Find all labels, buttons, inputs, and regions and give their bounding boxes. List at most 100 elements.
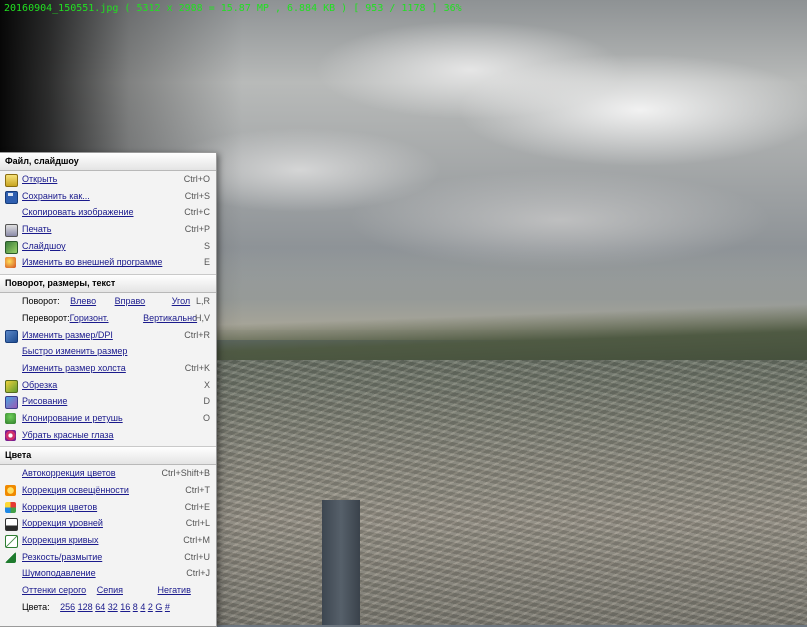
menu-row-grayscale: Оттенки серого Сепия Негатив xyxy=(0,582,216,599)
menu-item-label: Резкость/размытие xyxy=(22,551,103,562)
menu-item-label: Печать xyxy=(22,224,52,235)
menu-item-label: Сохранить как... xyxy=(22,190,90,201)
rotate-angle-link[interactable]: Угол xyxy=(172,296,190,306)
sepia-link[interactable]: Сепия xyxy=(97,585,123,595)
crop-icon xyxy=(5,379,18,393)
rotate-label: Поворот: xyxy=(22,296,60,307)
clone-stamp-icon xyxy=(5,412,16,424)
color-palette-icon xyxy=(5,501,16,513)
rotate-left-link[interactable]: Влево xyxy=(70,296,96,306)
sharpen-icon xyxy=(5,551,16,563)
negative-link[interactable]: Негатив xyxy=(158,585,191,595)
menu-item-label: Изменить размер/DPI xyxy=(22,329,113,340)
menu-item-label: Скопировать изображение xyxy=(22,207,134,218)
shortcut-label: D xyxy=(203,396,211,407)
color-depth-128[interactable]: 128 xyxy=(78,602,93,612)
drawing-icon xyxy=(5,396,18,410)
color-depth-2[interactable]: 2 xyxy=(148,602,153,612)
shortcut-label: Ctrl+Shift+B xyxy=(161,468,210,479)
color-depth-4[interactable]: 4 xyxy=(140,602,145,612)
image-position: [ 953 / 1178 ] xyxy=(353,3,438,14)
menu-item-noise-reduction[interactable]: Шумоподавление Ctrl+J xyxy=(0,565,216,582)
levels-icon xyxy=(5,518,18,532)
menu-row-rotate: Поворот: Влево Вправо Угол L,R xyxy=(0,293,216,310)
menu-item-drawing[interactable]: Рисование D xyxy=(0,393,216,410)
file-size: , 6.884 KB ) xyxy=(274,3,348,14)
section-header-transform: Поворот, размеры, текст xyxy=(0,274,216,294)
shortcut-label: S xyxy=(203,240,210,251)
shortcut-label: Ctrl+P xyxy=(184,224,210,235)
shortcut-label: Ctrl+T xyxy=(185,485,210,495)
menu-item-label: Слайдшоу xyxy=(22,240,66,251)
menu-item-copy-image[interactable]: Скопировать изображение Ctrl+C xyxy=(0,204,216,221)
red-eye-icon xyxy=(5,429,16,441)
grayscale-link[interactable]: Оттенки серого xyxy=(22,585,86,595)
color-depth-custom[interactable]: # xyxy=(165,602,170,612)
resize-icon xyxy=(5,329,18,343)
menu-item-curves[interactable]: Коррекция кривых Ctrl+M xyxy=(0,532,216,549)
menu-item-color-correction[interactable]: Коррекция цветов Ctrl+E xyxy=(0,499,216,516)
menu-item-clone-retouch[interactable]: Клонирование и ретушь O xyxy=(0,410,216,427)
color-depth-8[interactable]: 8 xyxy=(133,602,138,612)
shortcut-label: H,V xyxy=(194,312,210,323)
zoom-level: 36% xyxy=(443,3,462,14)
menu-item-resize-dpi[interactable]: Изменить размер/DPI Ctrl+R xyxy=(0,327,216,344)
menu-item-lighting[interactable]: Коррекция освещённости Ctrl+T xyxy=(0,482,216,499)
sun-icon xyxy=(5,485,16,496)
menu-item-label: Открыть xyxy=(22,174,58,184)
shortcut-label: Ctrl+M xyxy=(183,535,210,546)
menu-item-label: Автокоррекция цветов xyxy=(22,468,116,479)
menu-item-label: Изменить размер холста xyxy=(22,362,126,373)
open-folder-icon xyxy=(5,174,18,187)
shortcut-label: Ctrl+U xyxy=(184,551,210,562)
menu-row-flip: Переворот:Горизонт. Вертикально H,V xyxy=(0,310,216,327)
shortcut-label: Ctrl+K xyxy=(184,362,210,373)
color-depth-16[interactable]: 16 xyxy=(120,602,130,612)
shortcut-label: Ctrl+S xyxy=(184,190,210,201)
shortcut-label: Ctrl+O xyxy=(183,174,210,184)
rotate-right-link[interactable]: Вправо xyxy=(115,296,146,306)
menu-item-label: Коррекция кривых xyxy=(22,535,99,546)
shortcut-label: E xyxy=(203,257,210,268)
menu-item-label: Шумоподавление xyxy=(22,568,96,579)
shortcut-label: X xyxy=(203,379,210,390)
menu-item-crop[interactable]: Обрезка X xyxy=(0,377,216,394)
menu-item-label: Обрезка xyxy=(22,379,58,390)
menu-item-label: Быстро изменить размер xyxy=(22,346,128,357)
menu-item-open[interactable]: Открыть Ctrl+O xyxy=(0,171,216,188)
context-menu-panel: Файл, слайдшоу Открыть Ctrl+O Сохранить … xyxy=(0,152,217,627)
menu-item-print[interactable]: Печать Ctrl+P xyxy=(0,221,216,238)
menu-item-canvas-size[interactable]: Изменить размер холста Ctrl+K xyxy=(0,360,216,377)
curves-icon xyxy=(5,535,18,549)
color-depth-256[interactable]: 256 xyxy=(60,602,75,612)
menu-item-auto-color[interactable]: Автокоррекция цветов Ctrl+Shift+B xyxy=(0,465,216,482)
color-depth-32[interactable]: 32 xyxy=(108,602,118,612)
menu-item-label: Клонирование и ретушь xyxy=(22,412,123,423)
color-depth-64[interactable]: 64 xyxy=(95,602,105,612)
printer-icon xyxy=(5,224,18,238)
menu-item-quick-resize[interactable]: Быстро изменить размер xyxy=(0,343,216,360)
shortcut-label: Ctrl+C xyxy=(184,207,210,218)
menu-item-label: Коррекция освещённости xyxy=(22,485,129,495)
image-info-bar: 20160904_150551.jpg ( 5312 x 2988 = 15.8… xyxy=(4,3,462,17)
menu-item-label: Коррекция уровней xyxy=(22,518,103,529)
file-name: 20160904_150551.jpg xyxy=(4,3,119,14)
shortcut-label: Ctrl+E xyxy=(184,501,210,512)
menu-item-label: Убрать красные глаза xyxy=(22,429,114,440)
menu-item-save-as[interactable]: Сохранить как... Ctrl+S xyxy=(0,188,216,205)
menu-item-slideshow[interactable]: Слайдшоу S xyxy=(0,238,216,255)
flip-vertical-link[interactable]: Вертикально xyxy=(143,313,197,323)
menu-item-red-eye[interactable]: Убрать красные глаза xyxy=(0,427,216,444)
slideshow-icon xyxy=(5,240,18,254)
shortcut-label: Ctrl+R xyxy=(184,329,210,340)
menu-row-color-depth: Цвета: 256 128 64 32 16 8 4 2 G # xyxy=(0,599,216,616)
menu-item-levels[interactable]: Коррекция уровней Ctrl+L xyxy=(0,515,216,532)
color-depth-label: Цвета: xyxy=(22,601,50,612)
shortcut-label: Ctrl+J xyxy=(186,568,210,579)
menu-item-external-edit[interactable]: Изменить во внешней программе E xyxy=(0,254,216,271)
menu-item-sharpen-blur[interactable]: Резкость/размытие Ctrl+U xyxy=(0,549,216,566)
section-header-file: Файл, слайдшоу xyxy=(0,153,216,171)
color-depth-gray[interactable]: G xyxy=(155,602,162,612)
flip-label: Переворот: xyxy=(22,312,70,323)
flip-horizontal-link[interactable]: Горизонт. xyxy=(70,313,109,323)
